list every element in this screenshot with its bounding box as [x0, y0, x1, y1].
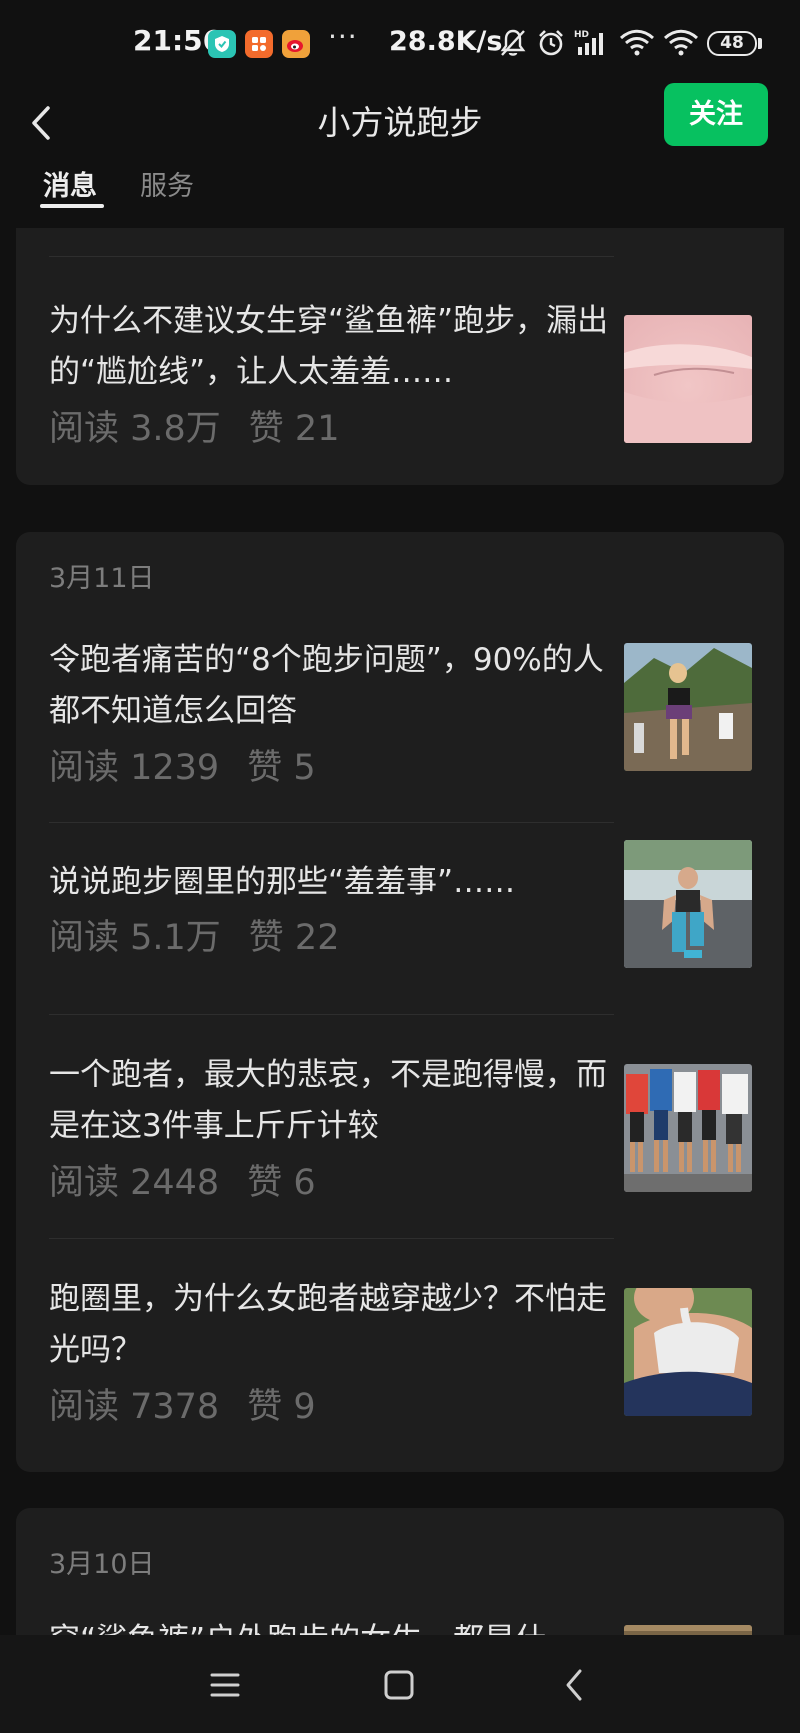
- stretching-woman-photo[interactable]: [624, 840, 752, 968]
- article-item[interactable]: 为什么不建议女生穿“鲨鱼裤”跑步，漏出的“尴尬线”，让人太羞羞…… 阅读 3.8…: [16, 296, 784, 449]
- article-title: 令跑者痛苦的“8个跑步问题”，90%的人都不知道怎么回答: [49, 642, 604, 729]
- menu-icon: [210, 1673, 240, 1697]
- battery-tip: [758, 38, 762, 49]
- like-count: 赞 22: [248, 918, 340, 958]
- pink-lips-photo[interactable]: [624, 315, 752, 443]
- article-item[interactable]: 令跑者痛苦的“8个跑步问题”，90%的人都不知道怎么回答 阅读 1239 赞 5: [16, 635, 784, 788]
- article-title: 跑圈里，为什么女跑者越穿越少？不怕走光吗？: [49, 1281, 607, 1368]
- more-notifications: ···: [328, 20, 358, 53]
- status-bar: 21:56 ··· 28.8K/s HD 48: [0, 0, 800, 86]
- message-card: 3月10日 穿“鲨鱼裤”户外跑步的女生，都是什: [16, 1508, 784, 1635]
- divider: [49, 1238, 614, 1239]
- divider: [49, 822, 614, 823]
- article-stats: 阅读 7378 赞 9: [49, 1378, 316, 1429]
- read-count: 阅读 1239: [49, 748, 220, 788]
- active-tab-indicator: [40, 204, 104, 208]
- article-stats: 阅读 3.8万赞 21: [49, 400, 339, 451]
- tab-messages[interactable]: 消息: [43, 164, 97, 203]
- divider: [49, 1014, 614, 1015]
- article-item[interactable]: 说说跑步圈里的那些“羞羞事”…… 阅读 5.1万赞 22: [16, 840, 784, 987]
- like-count: 赞 5: [247, 748, 316, 788]
- article-item[interactable]: 穿“鲨鱼裤”户外跑步的女生，都是什: [16, 1615, 784, 1635]
- wifi-icon: [619, 28, 655, 62]
- like-count: 赞 21: [248, 409, 340, 449]
- message-card: 3月11日 令跑者痛苦的“8个跑步问题”，90%的人都不知道怎么回答 阅读 12…: [16, 532, 784, 1472]
- alarm-icon: [536, 28, 566, 62]
- grid-app-icon: [245, 30, 273, 58]
- divider: [49, 256, 614, 257]
- home-button[interactable]: [377, 1663, 421, 1707]
- article-stats: 阅读 5.1万赞 22: [49, 909, 339, 960]
- group-date: 3月10日: [49, 1549, 155, 1580]
- read-count: 阅读 2448: [49, 1163, 220, 1203]
- article-title: 说说跑步圈里的那些“羞羞事”……: [49, 864, 516, 900]
- read-count: 阅读 3.8万: [49, 409, 221, 449]
- article-title: 穿“鲨鱼裤”户外跑步的女生，都是什: [49, 1615, 619, 1635]
- message-list[interactable]: 为什么不建议女生穿“鲨鱼裤”跑步，漏出的“尴尬线”，让人太羞羞…… 阅读 3.8…: [0, 190, 800, 1635]
- article-title: 一个跑者，最大的悲哀，不是跑得慢，而是在这3件事上斤斤计较: [49, 1057, 607, 1144]
- message-card: 为什么不建议女生穿“鲨鱼裤”跑步，漏出的“尴尬线”，让人太羞羞…… 阅读 3.8…: [16, 190, 784, 485]
- system-nav-bar: [0, 1635, 800, 1733]
- like-count: 赞 9: [247, 1387, 316, 1427]
- partial-photo[interactable]: [624, 1625, 752, 1635]
- menu-button[interactable]: [203, 1663, 247, 1707]
- weibo-app-icon: [282, 30, 310, 58]
- battery-level: 48: [720, 33, 744, 53]
- wifi-icon-2: [663, 28, 699, 62]
- home-icon: [384, 1670, 414, 1700]
- marathon-crowd-photo[interactable]: [624, 1064, 752, 1192]
- app-header: 小方说跑步 关注 消息 服务: [0, 83, 800, 228]
- mute-bell-icon: [499, 28, 527, 62]
- read-count: 阅读 7378: [49, 1387, 220, 1427]
- article-title: 为什么不建议女生穿“鲨鱼裤”跑步，漏出的“尴尬线”，让人太羞羞……: [49, 303, 609, 390]
- back-icon: [566, 1669, 582, 1701]
- tab-services[interactable]: 服务: [140, 164, 194, 203]
- article-item[interactable]: 一个跑者，最大的悲哀，不是跑得慢，而是在这3件事上斤斤计较 阅读 2448 赞 6: [16, 1050, 784, 1203]
- article-stats: 阅读 1239 赞 5: [49, 739, 316, 790]
- system-back-button[interactable]: [553, 1663, 597, 1707]
- read-count: 阅读 5.1万: [49, 918, 221, 958]
- network-speed: 28.8K/s: [389, 26, 503, 57]
- tab-fade-overlay: [204, 170, 244, 202]
- like-count: 赞 6: [247, 1163, 316, 1203]
- hd-signal-icon: HD: [574, 28, 610, 62]
- follow-button[interactable]: 关注: [664, 83, 768, 146]
- svg-text:HD: HD: [574, 30, 589, 40]
- group-date: 3月11日: [49, 563, 155, 594]
- article-stats: 阅读 2448 赞 6: [49, 1154, 316, 1205]
- trail-runner-photo[interactable]: [624, 643, 752, 771]
- battery-icon: 48: [707, 31, 757, 56]
- shield-app-icon: [208, 30, 236, 58]
- article-item[interactable]: 跑圈里，为什么女跑者越穿越少？不怕走光吗？ 阅读 7378 赞 9: [16, 1274, 784, 1427]
- sports-bra-photo[interactable]: [624, 1288, 752, 1416]
